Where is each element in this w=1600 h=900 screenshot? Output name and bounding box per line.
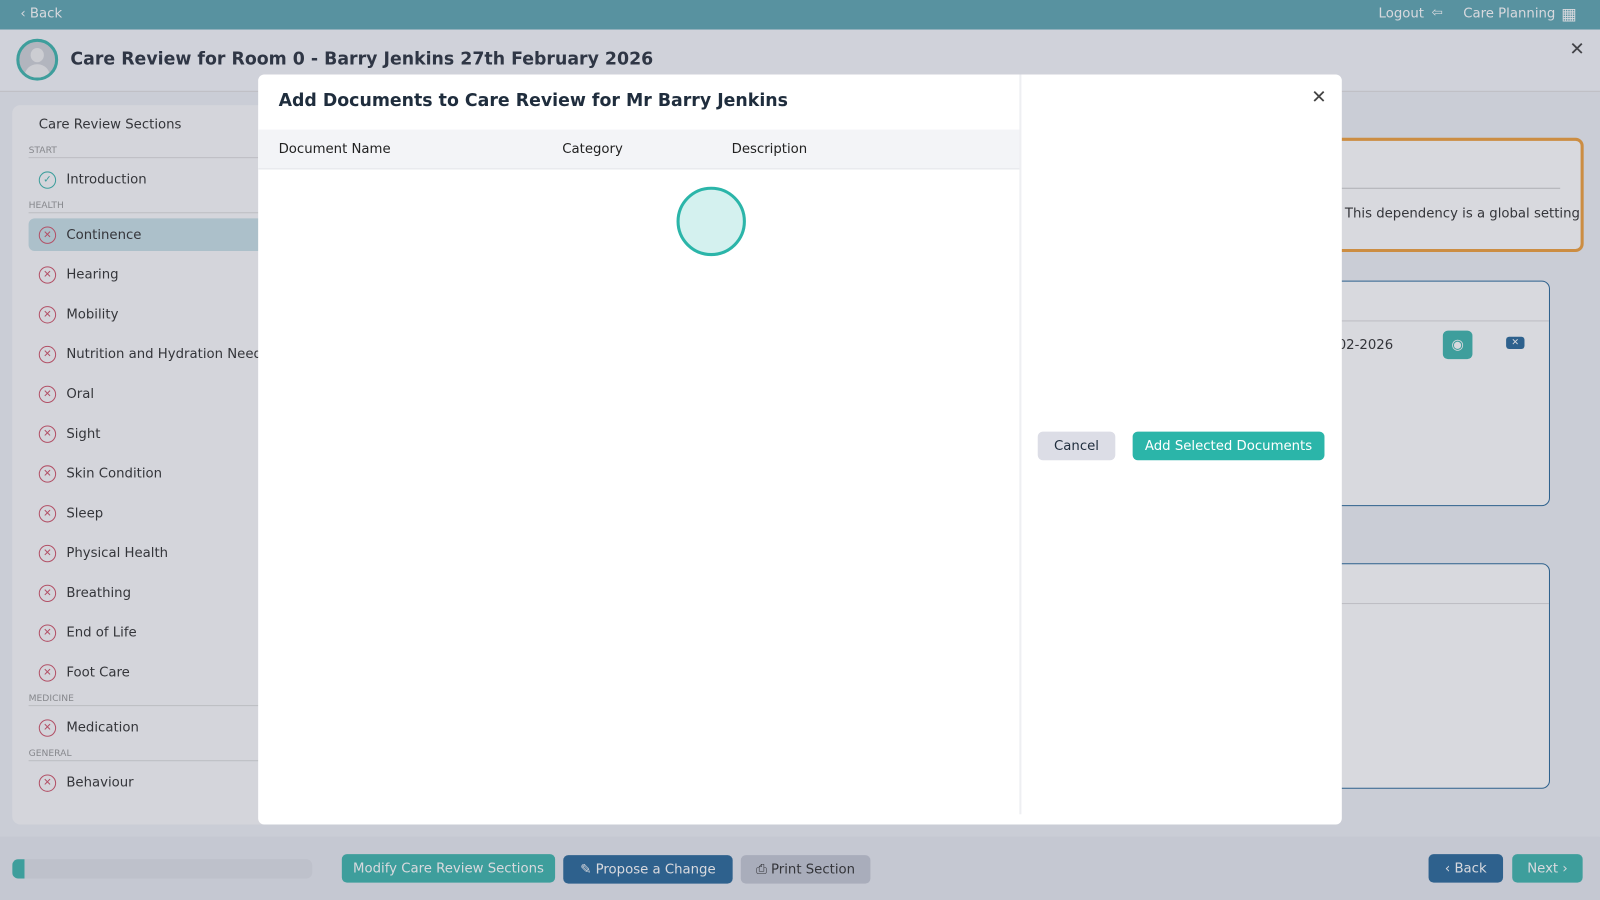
column-document-name[interactable]: Document Name	[279, 142, 391, 157]
pane-divider	[1019, 74, 1022, 815]
close-modal-icon[interactable]: ✕	[1311, 87, 1326, 108]
cancel-button[interactable]: Cancel	[1037, 431, 1116, 461]
add-selected-documents-button[interactable]: Add Selected Documents	[1132, 431, 1325, 461]
modal-title: Add Documents to Care Review for Mr Barr…	[278, 90, 788, 112]
loading-spinner	[676, 186, 746, 257]
documents-table-header: Document Name Category Description	[258, 129, 1021, 170]
column-description[interactable]: Description	[732, 142, 808, 157]
add-documents-modal: Add Documents to Care Review for Mr Barr…	[258, 74, 1342, 825]
column-category[interactable]: Category	[562, 142, 623, 157]
